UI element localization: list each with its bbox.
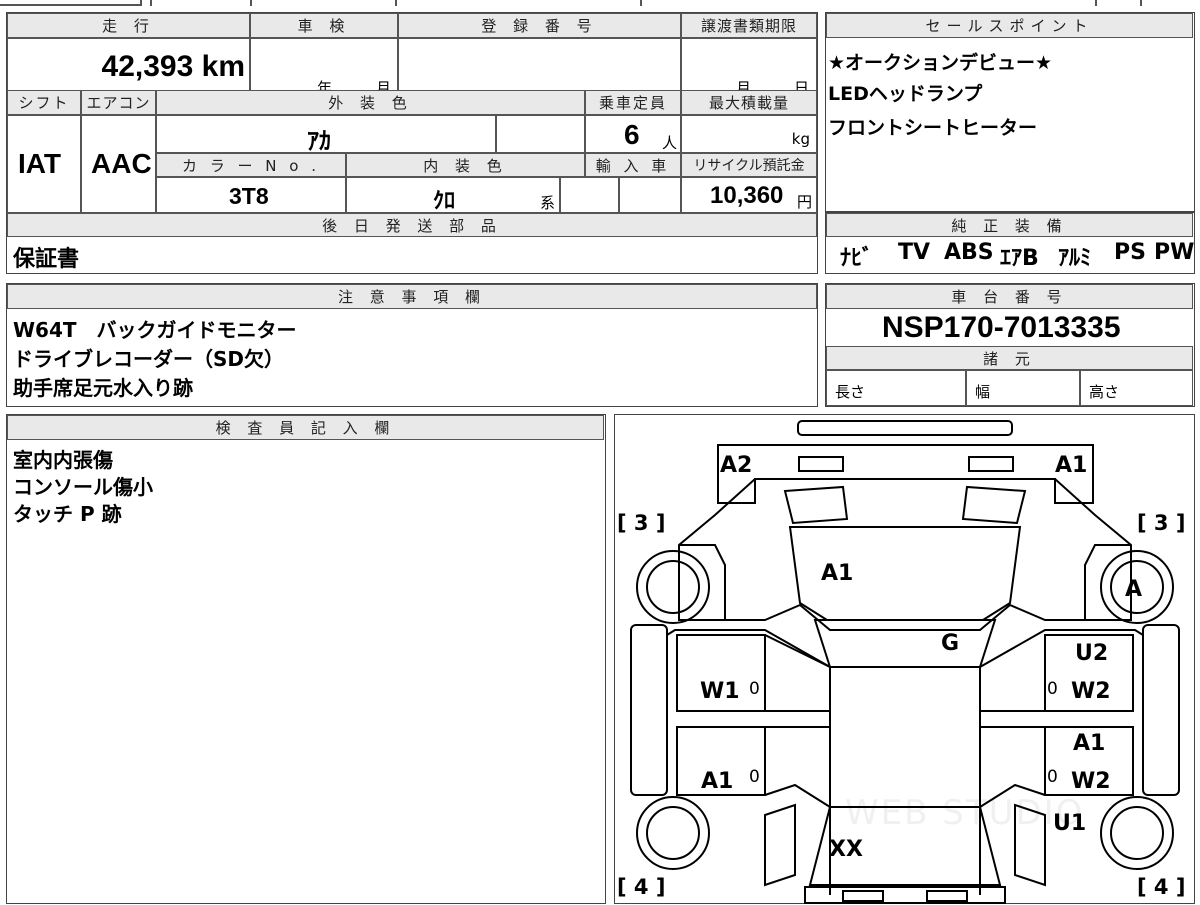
mark-bracket-4-left: [ 4 ] [617,875,666,899]
capacity-unit: 人 [662,134,678,152]
mark-windshield: G [941,631,960,656]
exterior-color-cell: ｱｶ [156,115,496,155]
mark-zero-rr: 0 [1047,767,1058,787]
color-no-value: 3T8 [229,183,269,209]
chassis-box: 車 台 番 号 NSP170-7013335 諸 元 長さ 幅 高さ [825,283,1195,407]
shift-value: IAT [18,148,62,179]
notes-line-3: 助手席足元水入り跡 [13,376,193,400]
aircon-header: エアコン [81,90,156,115]
mark-wheel-fr: A [1125,577,1143,602]
inspector-header: 検 査 員 記 入 欄 [7,415,604,440]
chassis-number: NSP170-7013335 [882,311,1121,344]
equipment-item-navi: ﾅﾋﾞ [840,246,874,271]
equipment-item-tv: TV [898,240,931,265]
mark-door-fr-u: U2 [1075,641,1109,666]
damage-diagram-box: WEB STUDIO A2 A1 [ 3 ] [ 3 ] A1 A G W1 0… [614,414,1195,904]
vehicle-info-table: 走 行 車 検 登 録 番 号 譲渡書類期限 42,393 km 年 月 月 日… [6,12,818,274]
notes-header: 注 意 事 項 欄 [7,284,817,309]
top-strip [0,0,1200,8]
equipment-item-ps: PS [1114,240,1146,265]
equipment-item-airbag: ｴｱB [1000,246,1039,271]
mark-zero-fl: 0 [749,679,760,699]
mark-zero-rl: 0 [749,767,760,787]
recycle-fee-unit: 円 [796,193,812,211]
mark-roof-rear: XX [829,837,863,862]
sales-points-header: セールスポイント [826,13,1193,38]
equipment-header: 純 正 装 備 [826,213,1193,237]
aircon-value: AAC [91,148,152,179]
mark-a1-front-right: A1 [1055,453,1088,478]
recycle-fee-cell: 10,360 円 [681,177,817,213]
inspector-line-2: コンソール傷小 [13,475,153,499]
interior-color-header: 内 装 色 [346,153,585,177]
spec-width-label: 幅 [975,383,991,401]
shift-header: シフト [7,90,81,115]
notes-box: 注 意 事 項 欄 W64T バックガイドモニター ドライブレコーダー（SD欠）… [6,283,818,407]
mark-a2-front-left: A2 [720,453,753,478]
mark-rear-right-u: U1 [1053,811,1087,836]
equipment-box: 純 正 装 備 ﾅﾋﾞ TV ABS ｴｱB ｱﾙﾐ PS PW [825,212,1195,274]
mark-zero-fr: 0 [1047,679,1058,699]
inspector-line-1: 室内内張傷 [13,448,113,472]
max-load-cell: kg [681,115,817,153]
mark-door-rr-a: A1 [1073,731,1106,756]
sales-points-box: セールスポイント ★オークションデビュー★ LEDヘッドランプ フロントシートヒ… [825,12,1195,212]
exterior-color-extra-cell [496,115,585,153]
max-load-header: 最大積載量 [681,90,817,115]
inspector-line-3: タッチ P 跡 [13,502,122,526]
chassis-header: 車 台 番 号 [826,284,1193,309]
watermark: WEB STUDIO [845,793,1085,833]
imported-cell-left [560,177,619,213]
notes-line-1: W64T バックガイドモニター [13,318,297,342]
color-no-cell: 3T8 [156,177,346,213]
registration-header: 登 録 番 号 [398,13,681,38]
mileage-value: 42,393 km [101,50,245,83]
interior-color-suffix: 系 [540,194,556,212]
later-parts-value: 保証書 [13,247,80,272]
equipment-item-pw: PW [1154,240,1195,265]
shift-cell: IAT [7,115,81,213]
equipment-item-abs: ABS [944,240,994,265]
interior-color-cell: ｸﾛ 系 [346,177,560,214]
specs-header: 諸 元 [826,346,1193,370]
recycle-fee-value: 10,360 [710,182,784,209]
later-parts-header: 後 日 発 送 部 品 [7,213,817,237]
max-load-unit: kg [791,130,810,148]
capacity-header: 乗車定員 [585,90,681,115]
mark-bracket-3-left: [ 3 ] [617,511,666,535]
capacity-cell: 6 人 [585,115,681,153]
mark-door-fr-w: W2 [1071,679,1111,704]
recycle-fee-header: リサイクル預託金 [681,153,817,177]
inspector-box: 検 査 員 記 入 欄 室内内張傷 コンソール傷小 タッチ P 跡 [6,414,606,904]
spec-length-label: 長さ [835,383,866,401]
capacity-value: 6 [624,119,640,150]
mark-door-rr-w: W2 [1071,769,1111,794]
interior-color-value: ｸﾛ [433,189,456,214]
exterior-color-value: ｱｶ [307,127,331,155]
mark-door-rl: A1 [701,769,734,794]
exterior-color-header: 外 装 色 [156,90,585,115]
sales-point-line-3: フロントシートヒーター [828,117,1038,139]
color-no-header: カ ラ ー N o . [156,153,346,177]
aircon-cell: AAC [81,115,156,213]
mark-bracket-3-right: [ 3 ] [1137,511,1186,535]
mark-bracket-4-right: [ 4 ] [1137,875,1186,899]
mark-hood: A1 [821,561,854,586]
equipment-item-alloy: ｱﾙﾐ [1058,246,1092,271]
spec-height-label: 高さ [1089,383,1120,401]
notes-line-2: ドライブレコーダー（SD欠） [13,347,285,371]
sales-point-line-1: ★オークションデビュー★ [828,52,1053,74]
imported-cell-right [619,177,681,213]
spec-width-cell: 幅 [966,370,1080,406]
spec-height-cell: 高さ [1080,370,1193,406]
sales-point-line-2: LEDヘッドランプ [828,83,983,105]
transfer-deadline-header: 譲渡書類期限 [681,13,817,38]
mark-door-fl: W1 [700,679,740,704]
inspection-header: 車 検 [250,13,398,38]
mileage-header: 走 行 [7,13,250,38]
spec-length-cell: 長さ [826,370,966,406]
imported-header: 輸 入 車 [585,153,681,177]
